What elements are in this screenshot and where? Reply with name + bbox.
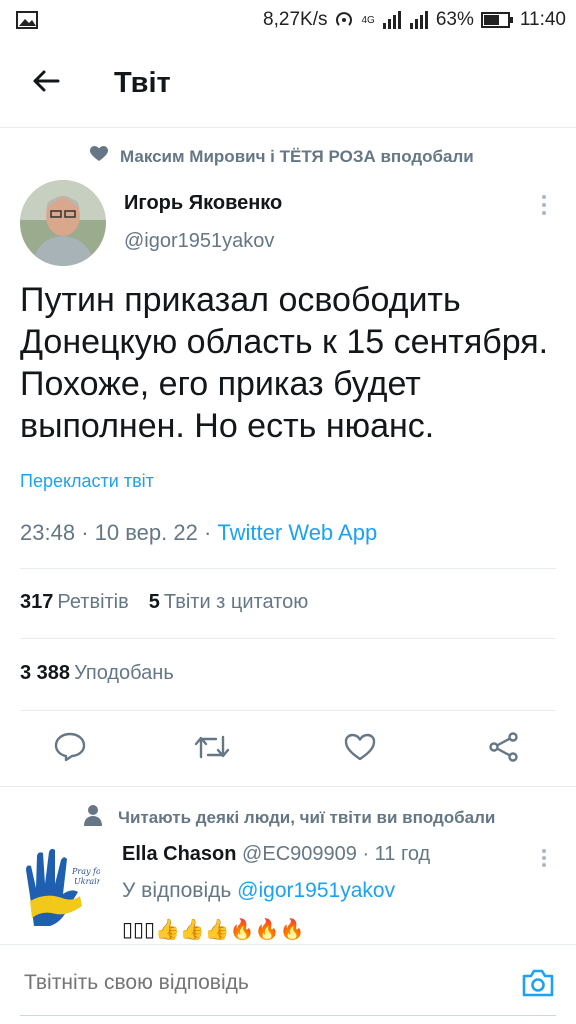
- divider: [20, 568, 556, 569]
- page-title: Твіт: [114, 67, 171, 99]
- image-notification-icon: [16, 11, 38, 29]
- reply-button[interactable]: [48, 727, 92, 771]
- network-speed: 8,27K/s: [263, 9, 328, 30]
- hotspot-icon: [334, 10, 354, 30]
- like-button[interactable]: [338, 727, 382, 771]
- retweets-stat[interactable]: 317 Ретвітів: [20, 591, 129, 614]
- quotes-stat[interactable]: 5 Твіти з цитатою: [149, 591, 308, 614]
- status-bar: 8,27K/s 4G 63% 11:40: [0, 0, 576, 40]
- share-button[interactable]: [482, 727, 526, 771]
- tweet-meta: 23:48 · 10 вер. 22 · Twitter Web App: [20, 520, 378, 545]
- tweet-date: 10 вер. 22: [94, 520, 198, 545]
- battery-percent: 63%: [435, 9, 474, 30]
- tweet-time: 23:48: [20, 520, 76, 545]
- reply-icon: [54, 732, 86, 767]
- retweet-button[interactable]: [190, 727, 234, 771]
- reply-to-handle-link[interactable]: @igor1951yakov: [237, 879, 395, 902]
- reply-context: Читають деякі люди, чиї твіти ви вподоба…: [84, 804, 495, 831]
- person-icon: [84, 804, 102, 831]
- tweet-text: Путин приказал освободить Донецкую облас…: [20, 281, 549, 445]
- reply-more-options-button[interactable]: [534, 845, 554, 871]
- divider: [20, 710, 556, 711]
- divider: [20, 638, 556, 639]
- svg-text:Pray for: Pray for: [71, 867, 100, 876]
- share-icon: [488, 731, 520, 767]
- reply-to: У відповідь @igor1951yakov: [122, 879, 396, 902]
- back-button[interactable]: [0, 40, 92, 128]
- camera-button[interactable]: [518, 965, 558, 1005]
- translate-tweet-link[interactable]: Перекласти твіт: [20, 471, 154, 492]
- svg-text:Ukraine: Ukraine: [74, 877, 100, 886]
- reply-input[interactable]: [24, 971, 464, 995]
- section-divider: [0, 786, 576, 787]
- battery-icon: [480, 12, 513, 28]
- reply-composer: [0, 944, 576, 1024]
- reply-context-text: Читають деякі люди, чиї твіти ви вподоба…: [118, 807, 496, 827]
- author-name[interactable]: Игорь Яковенко: [124, 192, 282, 215]
- reply-author-name[interactable]: Ella Chason: [122, 843, 236, 865]
- reply-age: 11 год: [374, 843, 431, 865]
- tweet-source-app[interactable]: Twitter Web App: [217, 520, 377, 545]
- camera-icon: [521, 968, 555, 1003]
- tweet-stats: 317 Ретвітів 5 Твіти з цитатою: [20, 591, 308, 614]
- app-header: Твіт: [0, 40, 576, 128]
- social-context-text: Максим Мирович і ТЁТЯ РОЗА вподобали: [120, 146, 474, 166]
- author-handle[interactable]: @igor1951yakov: [124, 230, 274, 253]
- retweet-icon: [194, 733, 230, 766]
- tweet-actions: [0, 723, 576, 777]
- reply-header: Ella Chason @EC909909 · 11 год: [122, 843, 431, 865]
- more-options-button[interactable]: [532, 190, 556, 220]
- heart-icon: [90, 146, 108, 167]
- network-type: 4G: [361, 14, 375, 26]
- author-avatar[interactable]: [20, 180, 106, 266]
- reply-text: ▯▯▯👍👍👍🔥🔥🔥: [122, 919, 305, 941]
- likes-stat[interactable]: 3 388 Уподобань: [20, 662, 174, 685]
- reply-author-handle[interactable]: @EC909909: [242, 843, 357, 865]
- social-context: Максим Мирович і ТЁТЯ РОЗА вподобали: [90, 146, 474, 167]
- heart-icon: [344, 733, 376, 766]
- reply-avatar[interactable]: Pray for Ukraine: [20, 846, 107, 934]
- arrow-left-icon: [32, 69, 60, 98]
- signal-2-icon: [409, 11, 429, 29]
- clock: 11:40: [519, 9, 566, 30]
- signal-icon: [382, 11, 402, 29]
- composer-underline: [20, 1015, 556, 1016]
